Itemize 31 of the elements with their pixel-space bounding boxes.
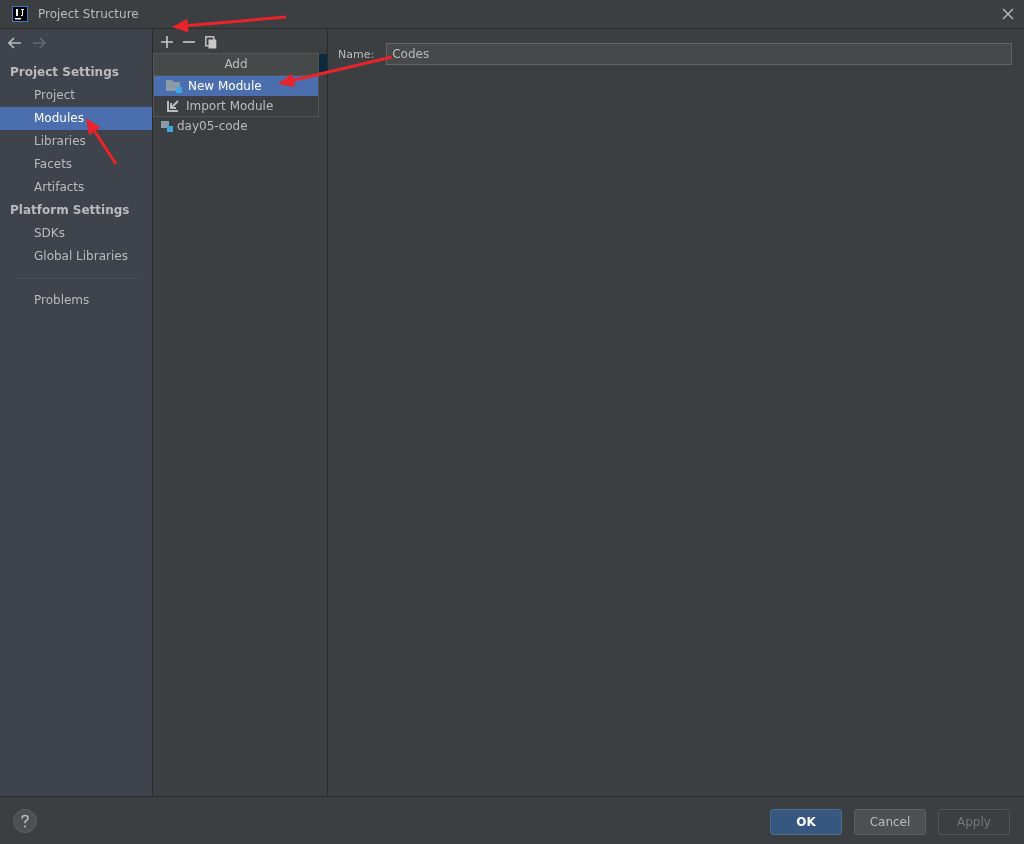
copy-icon[interactable] (205, 35, 217, 49)
annotation-arrow (86, 118, 118, 165)
menu-item-label: New Module (188, 79, 262, 93)
menu-title: Add (154, 54, 318, 76)
sidebar-item[interactable]: Artifacts (0, 176, 152, 199)
sidebar-item[interactable]: Modules (0, 107, 152, 130)
window-title: Project Structure (38, 7, 140, 21)
folder-icon (166, 79, 182, 93)
dialog-button[interactable]: OK (770, 809, 842, 835)
menu-item[interactable]: Import Module (154, 96, 318, 116)
sidebar-item[interactable]: Facets (0, 153, 152, 176)
sidebar-item[interactable]: SDKs (0, 222, 152, 245)
sidebar-item[interactable]: Problems (0, 289, 152, 312)
sidebar-item[interactable]: Global Libraries (0, 245, 152, 268)
name-label: Name: (338, 47, 375, 61)
sidebar-item[interactable]: Libraries (0, 130, 152, 153)
module-icon (161, 120, 173, 132)
add-icon[interactable] (161, 36, 173, 48)
section-header: Project Settings (9, 64, 120, 81)
import-icon (166, 99, 180, 113)
close-icon[interactable] (1002, 8, 1014, 20)
app-logo-icon (12, 6, 28, 22)
section-header: Platform Settings (9, 202, 131, 219)
menu-item-label: Import Module (186, 99, 274, 113)
sidebar-item[interactable]: Project (0, 84, 152, 107)
back-arrow-icon[interactable] (8, 37, 22, 49)
name-field[interactable]: Codes (386, 43, 1012, 65)
menu-item[interactable]: New Module (154, 76, 318, 96)
module-item[interactable]: day05-code (177, 119, 248, 133)
help-icon[interactable] (13, 808, 37, 833)
dialog-button[interactable]: Cancel (854, 809, 926, 835)
